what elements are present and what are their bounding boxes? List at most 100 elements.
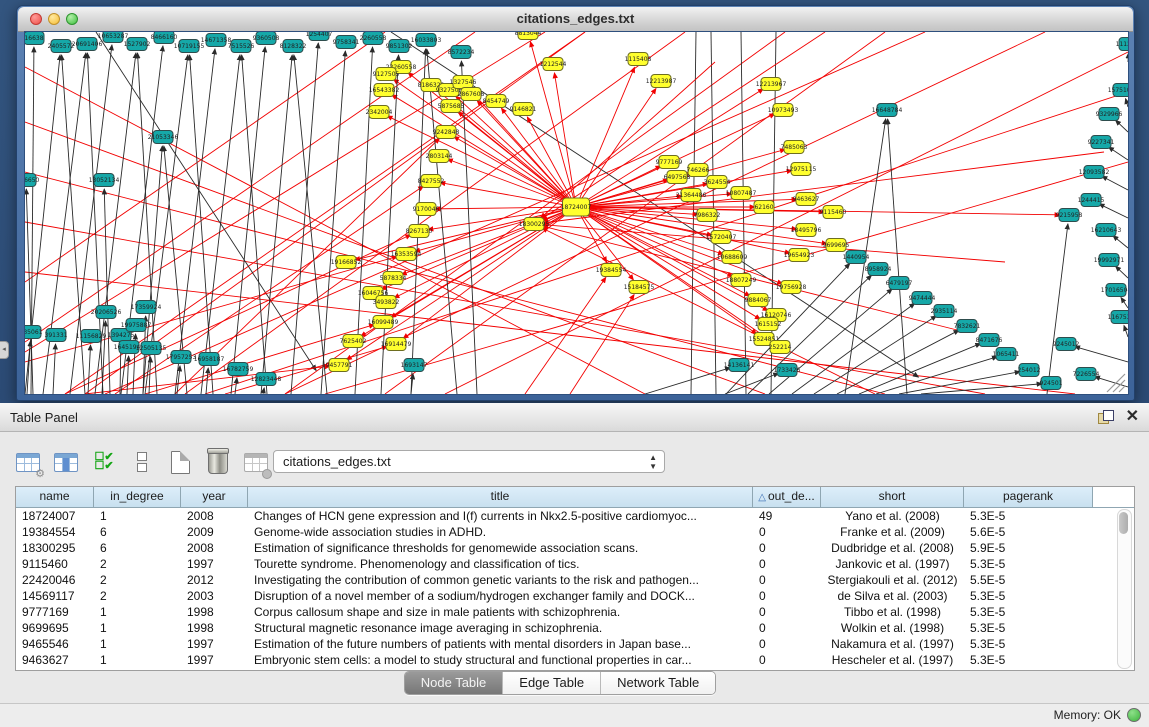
- close-panel-icon[interactable]: ✕: [1126, 408, 1139, 426]
- delete-column-icon[interactable]: [204, 448, 232, 476]
- vertical-scrollbar[interactable]: [1117, 509, 1132, 669]
- graph-node[interactable]: 1733426: [774, 364, 801, 377]
- scrollbar-thumb[interactable]: [1119, 512, 1128, 534]
- graph-node[interactable]: 7832621: [954, 320, 981, 333]
- graph-node[interactable]: 1115408: [625, 53, 652, 66]
- graph-node[interactable]: 1327546: [450, 76, 477, 89]
- graph-node[interactable]: 254012: [1018, 364, 1041, 377]
- graph-node[interactable]: 16648784: [872, 104, 903, 117]
- graph-node[interactable]: 14136141: [724, 359, 755, 372]
- graph-node[interactable]: 2935114: [931, 305, 958, 318]
- graph-node[interactable]: 2342004: [366, 106, 393, 119]
- graph-node[interactable]: 9360508: [253, 32, 280, 45]
- graph-node[interactable]: 9170046: [413, 203, 440, 216]
- graph-node[interactable]: 5875685: [438, 100, 465, 113]
- graph-node[interactable]: 16958187: [194, 353, 225, 366]
- graph-node[interactable]: 20206526: [91, 306, 122, 319]
- citation-network-graph[interactable]: 1663824055722069140610653287152790284661…: [25, 32, 1128, 394]
- graph-node[interactable]: 1440954: [843, 251, 870, 264]
- graph-node[interactable]: 18495796: [791, 224, 822, 237]
- graph-node[interactable]: 9245012: [1053, 338, 1080, 351]
- graph-node[interactable]: 8427552: [418, 175, 445, 188]
- graph-node[interactable]: 1065411: [993, 348, 1020, 361]
- graph-node[interactable]: 3624554: [704, 176, 731, 189]
- graph-node[interactable]: 9699695: [823, 239, 850, 252]
- network-canvas[interactable]: 1663824055722069140610653287152790284661…: [24, 31, 1129, 395]
- graph-node[interactable]: 16543382: [369, 84, 400, 97]
- graph-node[interactable]: 9851302: [386, 40, 413, 53]
- graph-node[interactable]: 16210643: [1091, 224, 1122, 237]
- graph-node[interactable]: 2803144: [426, 150, 453, 163]
- graph-node[interactable]: 9884067: [745, 294, 772, 307]
- graph-node[interactable]: 9457791: [326, 359, 353, 372]
- graph-node[interactable]: 3493822: [373, 296, 400, 309]
- table-row[interactable]: 1872400712008Changes of HCN gene express…: [16, 508, 1134, 524]
- table-row[interactable]: 946554611997Estimation of the future num…: [16, 636, 1134, 652]
- graph-node[interactable]: 16782759: [223, 363, 254, 376]
- column-header-in-degree[interactable]: in_degree: [94, 487, 181, 507]
- graph-node[interactable]: 1527902: [124, 38, 151, 51]
- graph-node[interactable]: 62160: [754, 201, 774, 214]
- graph-node[interactable]: 16033803: [411, 34, 442, 47]
- graph-node[interactable]: 18724007: [561, 198, 592, 216]
- graph-node[interactable]: 10807487: [726, 187, 757, 200]
- table-row[interactable]: 977716911998Corpus callosum shape and si…: [16, 604, 1134, 620]
- resize-grip-icon[interactable]: [1119, 386, 1125, 392]
- graph-node[interactable]: 19654923: [784, 249, 815, 262]
- graph-node[interactable]: 8572234: [448, 46, 475, 59]
- graph-node[interactable]: 9758341: [333, 36, 360, 49]
- graph-node[interactable]: 17016504: [1101, 284, 1128, 297]
- table-row[interactable]: 1830029562008Estimation of significance …: [16, 540, 1134, 556]
- graph-node[interactable]: 924501: [1040, 377, 1063, 390]
- graph-node[interactable]: 19992971: [1094, 254, 1125, 267]
- graph-node[interactable]: 9242848: [433, 126, 460, 139]
- graph-node[interactable]: 5878334: [380, 272, 407, 285]
- tab-network-table[interactable]: Network Table: [601, 672, 715, 694]
- graph-node[interactable]: 9115460: [820, 206, 847, 219]
- column-header-year[interactable]: year: [181, 487, 248, 507]
- select-rows-icon[interactable]: ☐✔☐✔: [90, 448, 118, 476]
- table-row[interactable]: 1456911722003Disruption of a novel membe…: [16, 588, 1134, 604]
- graph-node[interactable]: 8813044: [515, 32, 542, 40]
- graph-node[interactable]: 7226554: [1073, 368, 1100, 381]
- graph-node[interactable]: 9329966: [1096, 108, 1123, 121]
- graph-node[interactable]: 8466160: [151, 32, 178, 44]
- graph-node[interactable]: 1254407: [306, 32, 333, 41]
- graph-node[interactable]: 7485063: [781, 141, 808, 154]
- graph-node[interactable]: 1167533: [1108, 311, 1128, 324]
- table-row[interactable]: 946362711997Embryonic stem cells: a mode…: [16, 652, 1134, 668]
- column-header-title[interactable]: title: [248, 487, 753, 507]
- tab-node-table[interactable]: Node Table: [405, 672, 504, 694]
- graph-node[interactable]: 7625402: [340, 335, 367, 348]
- graph-node[interactable]: 7986322: [694, 209, 721, 222]
- graph-node[interactable]: 9463627: [793, 193, 820, 206]
- graph-node[interactable]: 12975115: [786, 163, 817, 176]
- graph-node[interactable]: 16099489: [368, 316, 399, 329]
- graph-node[interactable]: 15720407: [706, 231, 737, 244]
- tab-edge-table[interactable]: Edge Table: [503, 672, 601, 694]
- graph-node[interactable]: 252214: [769, 341, 792, 354]
- column-header-short[interactable]: short: [821, 487, 964, 507]
- table-options-icon[interactable]: ⚙: [14, 448, 42, 476]
- row-height-icon[interactable]: [128, 448, 156, 476]
- graph-node[interactable]: 9146821: [510, 103, 537, 116]
- graph-node[interactable]: 391331: [45, 329, 68, 342]
- graph-node[interactable]: 9474444: [909, 292, 936, 305]
- graph-node[interactable]: 1615152: [755, 318, 782, 331]
- graph-node[interactable]: 1244415: [1078, 194, 1105, 207]
- graph-node[interactable]: 2867608: [458, 88, 485, 101]
- graph-node[interactable]: 9127505: [373, 68, 400, 81]
- table-row[interactable]: 911546021997Tourette syndrome. Phenomeno…: [16, 556, 1134, 572]
- float-panel-icon[interactable]: [1098, 410, 1114, 424]
- graph-node[interactable]: 12213987: [646, 75, 677, 88]
- graph-node[interactable]: 16914479: [381, 338, 412, 351]
- table-row[interactable]: 2242004622012Investigating the contribut…: [16, 572, 1134, 588]
- graph-node[interactable]: 2260558: [360, 32, 387, 45]
- graph-node[interactable]: 1693147: [401, 359, 428, 372]
- graph-node[interactable]: 835061: [25, 326, 43, 339]
- graph-node[interactable]: 12093582: [1079, 166, 1110, 179]
- graph-node[interactable]: 15751074: [1108, 84, 1128, 97]
- column-header-out-de-[interactable]: △out_de...: [753, 487, 821, 507]
- graph-node[interactable]: 8471676: [976, 334, 1003, 347]
- graph-node[interactable]: 8267130: [406, 225, 433, 238]
